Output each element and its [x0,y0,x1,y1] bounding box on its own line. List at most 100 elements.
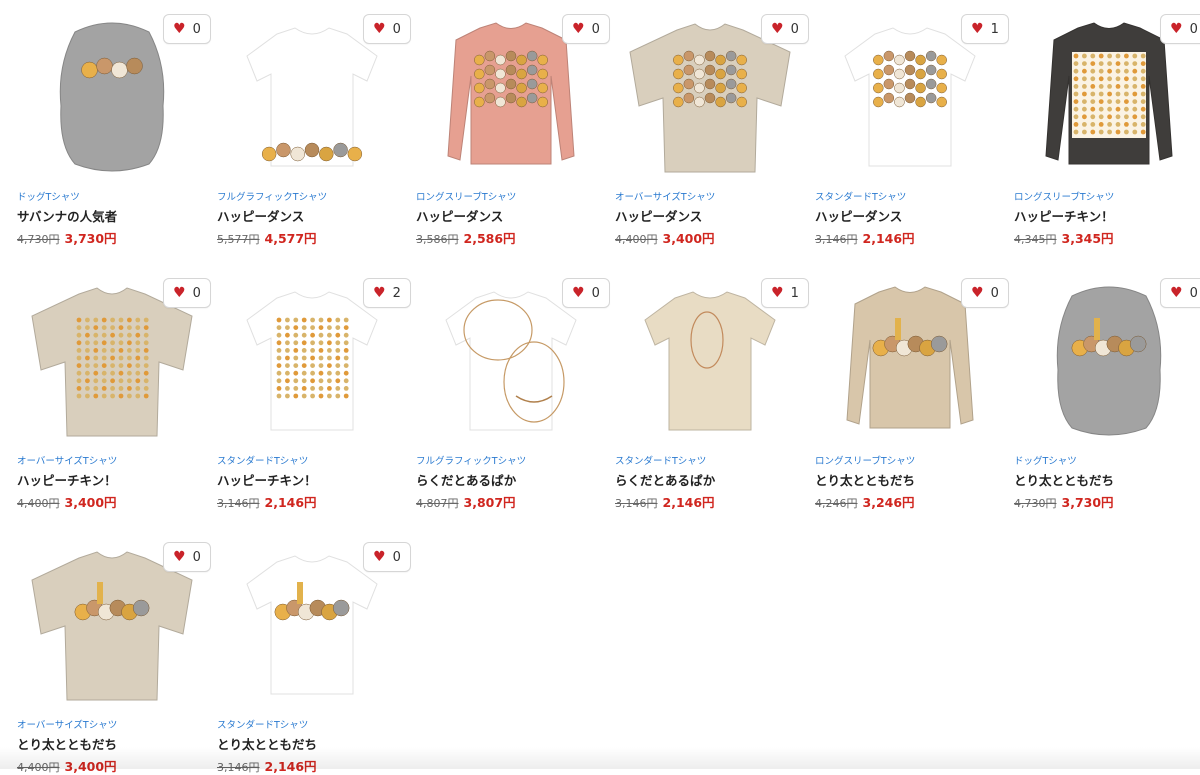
product-category-link[interactable]: オーバーサイズTシャツ [17,456,217,468]
favorite-button[interactable]: ♥ 0 [1160,14,1200,44]
original-price: 3,146円 [217,497,260,510]
sale-price: 3,246円 [862,495,915,510]
favorite-count: 0 [790,21,799,37]
product-category-link[interactable]: ロングスリーブTシャツ [416,192,616,204]
original-price: 4,730円 [17,233,60,246]
favorite-count: 0 [1189,285,1198,301]
favorite-button[interactable]: ♥ 0 [163,542,211,572]
product-category-link[interactable]: スタンダードTシャツ [217,720,417,732]
favorite-button[interactable]: ♥ 1 [761,278,809,308]
heart-icon: ♥ [173,21,186,37]
price-row: 3,146円 2,146円 [615,494,815,511]
product-info: オーバーサイズTシャツ ハッピーダンス 4,400円 3,400円 [615,192,815,247]
heart-icon: ♥ [173,285,186,301]
favorite-button[interactable]: ♥ 0 [1160,278,1200,308]
favorite-button[interactable]: ♥ 0 [363,14,411,44]
favorite-count: 0 [192,21,201,37]
product-category-link[interactable]: スタンダードTシャツ [815,192,1015,204]
price-row: 5,577円 4,577円 [217,230,417,247]
product-title[interactable]: ハッピーチキン！ [17,473,217,489]
product-category-link[interactable]: スタンダードTシャツ [217,456,417,468]
heart-icon: ♥ [373,21,386,37]
sale-price: 4,577円 [264,231,317,246]
favorite-button[interactable]: ♥ 0 [562,14,610,44]
favorite-count: 0 [1189,21,1198,37]
heart-icon: ♥ [771,21,784,37]
product-category-link[interactable]: ロングスリーブTシャツ [815,456,1015,468]
product-category-link[interactable]: ドッグTシャツ [17,192,217,204]
product-category-link[interactable]: オーバーサイズTシャツ [17,720,217,732]
product-title[interactable]: らくだとあるぱか [416,473,616,489]
favorite-button[interactable]: ♥ 0 [761,14,809,44]
original-price: 4,807円 [416,497,459,510]
favorite-button[interactable]: ♥ 2 [363,278,411,308]
product-title[interactable]: らくだとあるぱか [615,473,815,489]
sale-price: 2,146円 [862,231,915,246]
oversize-garment [31,287,193,437]
favorite-count: 0 [192,285,201,301]
product-title[interactable]: とり太とともだち [1014,473,1200,489]
price-row: 4,730円 3,730円 [17,230,217,247]
favorite-count: 2 [392,285,401,301]
favorite-count: 0 [192,549,201,565]
price-row: 4,246円 3,246円 [815,494,1015,511]
sale-price: 2,146円 [264,495,317,510]
product-info: スタンダードTシャツらくだとあるぱか 3,146円 2,146円 [615,456,815,511]
product-category-link[interactable]: スタンダードTシャツ [615,456,815,468]
heart-icon: ♥ [173,549,186,565]
product-category-link[interactable]: フルグラフィックTシャツ [217,192,417,204]
favorite-count: 0 [990,285,999,301]
favorite-count: 0 [392,21,401,37]
original-price: 4,400円 [615,233,658,246]
favorite-button[interactable]: ♥ 0 [363,542,411,572]
original-price: 4,400円 [17,497,60,510]
original-price: 5,577円 [217,233,260,246]
original-price: 4,246円 [815,497,858,510]
price-row: 4,345円 3,345円 [1014,230,1200,247]
heart-icon: ♥ [1170,285,1183,301]
product-category-link[interactable]: オーバーサイズTシャツ [615,192,815,204]
favorite-count: 0 [392,549,401,565]
price-row: 3,146円 2,146円 [815,230,1015,247]
heart-icon: ♥ [373,285,386,301]
product-info: フルグラフィックTシャツハッピーダンス 5,577円 4,577円 [217,192,417,247]
product-info: ロングスリーブTシャツとり太とともだち 4,246円 3,246円 [815,456,1015,511]
favorite-button[interactable]: ♥ 0 [562,278,610,308]
product-title[interactable]: ハッピーダンス [217,209,417,225]
sale-price: 3,345円 [1061,231,1114,246]
product-title[interactable]: ハッピーダンス [815,209,1015,225]
heart-icon: ♥ [572,21,585,37]
favorite-button[interactable]: ♥ 1 [961,14,1009,44]
product-info: ドッグTシャツサバンナの人気者 4,730円 3,730円 [17,192,217,247]
favorite-button[interactable]: ♥ 0 [163,14,211,44]
original-price: 3,586円 [416,233,459,246]
favorite-count: 1 [790,285,799,301]
price-row: 4,807円 3,807円 [416,494,616,511]
favorite-button[interactable]: ♥ 0 [163,278,211,308]
product-title[interactable]: とり太とともだち [815,473,1015,489]
sale-price: 3,730円 [64,231,117,246]
product-category-link[interactable]: フルグラフィックTシャツ [416,456,616,468]
price-row: 3,586円 2,586円 [416,230,616,247]
product-info: スタンダードTシャツハッピーチキン！ 3,146円 2,146円 [217,456,417,511]
favorite-count: 1 [990,21,999,37]
favorite-count: 0 [591,21,600,37]
original-price: 4,730円 [1014,497,1057,510]
product-title[interactable]: ハッピーチキン！ [217,473,417,489]
sale-price: 2,146円 [662,495,715,510]
product-title[interactable]: ハッピーダンス [615,209,815,225]
pattern-light-print [1072,52,1146,138]
dog-garment [1056,286,1162,436]
product-title[interactable]: ハッピーダンス [416,209,616,225]
original-price: 3,146円 [815,233,858,246]
heart-icon: ♥ [373,549,386,565]
favorite-button[interactable]: ♥ 0 [961,278,1009,308]
product-title[interactable]: ハッピーチキン！ [1014,209,1200,225]
favorite-count: 0 [591,285,600,301]
sale-price: 3,730円 [1061,495,1114,510]
product-category-link[interactable]: ドッグTシャツ [1014,456,1200,468]
product-title[interactable]: サバンナの人気者 [17,209,217,225]
product-category-link[interactable]: ロングスリーブTシャツ [1014,192,1200,204]
heart-icon: ♥ [771,285,784,301]
sale-price: 3,400円 [64,495,117,510]
